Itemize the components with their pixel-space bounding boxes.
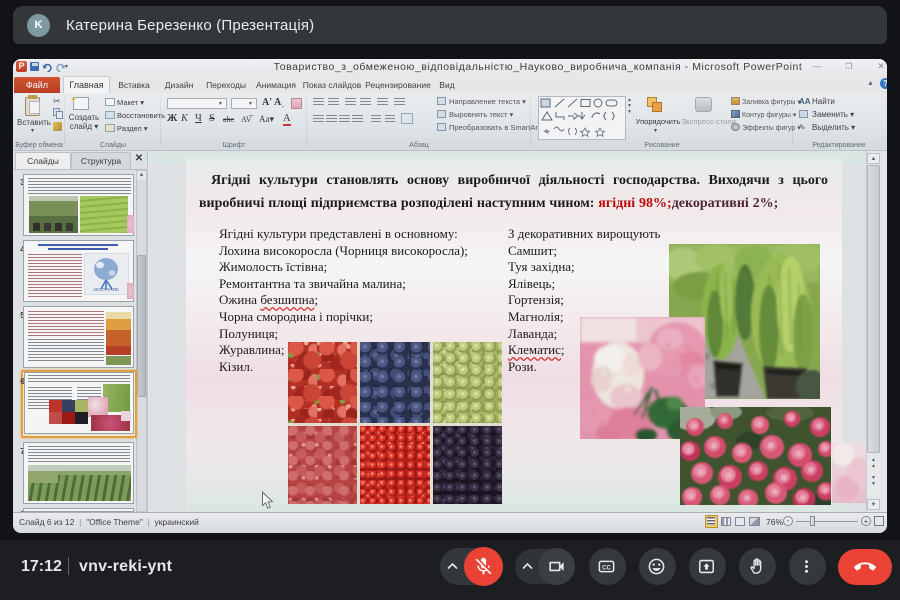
svg-text:AKCП YAПK: AKCП YAПK (93, 287, 119, 292)
svg-text:CC: CC (602, 565, 611, 571)
